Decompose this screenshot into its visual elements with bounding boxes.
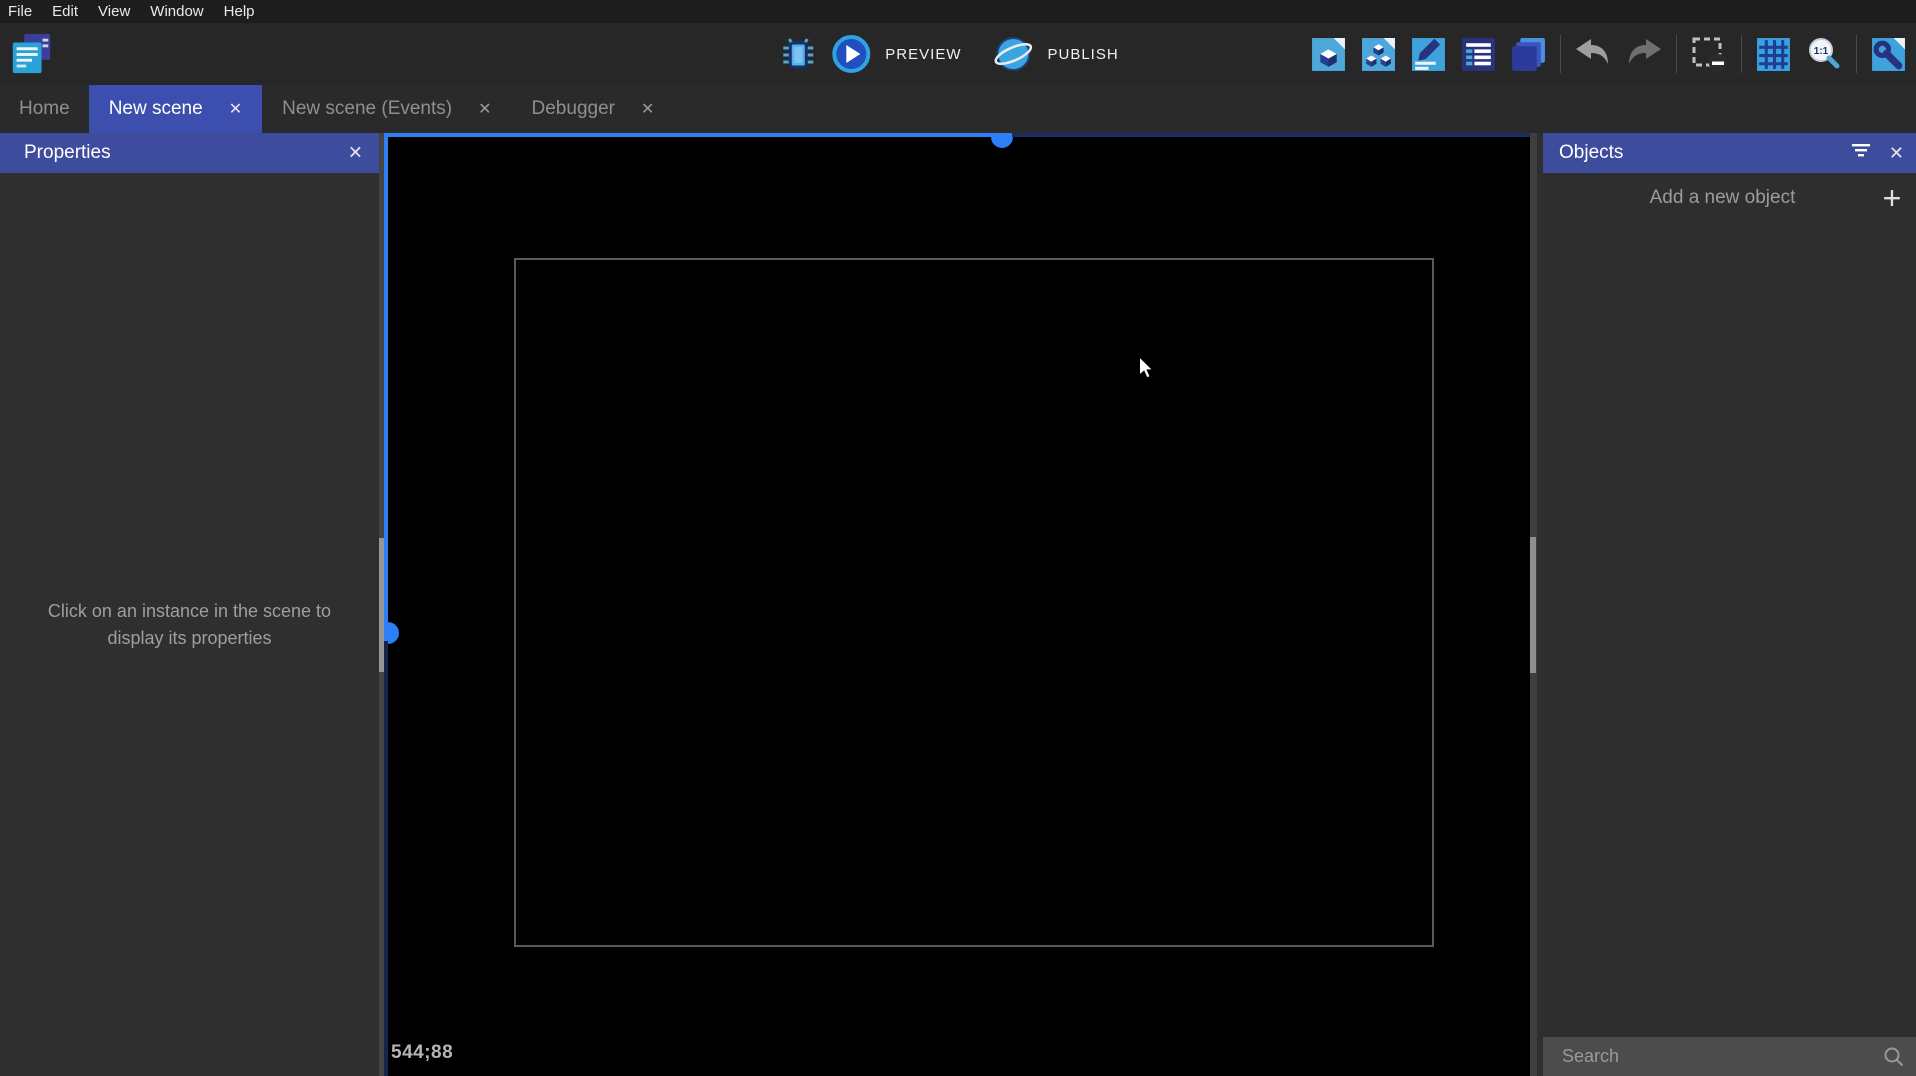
menu-edit[interactable]: Edit xyxy=(42,3,88,20)
game-window-frame xyxy=(514,258,1434,947)
objects-panel xyxy=(1543,133,1916,1076)
objects-editor-icon[interactable] xyxy=(1310,36,1347,73)
right-scrollbar-thumb[interactable] xyxy=(1530,537,1536,673)
deselect-icon[interactable] xyxy=(1690,35,1728,73)
properties-panel-header: Properties ✕ xyxy=(0,133,379,173)
menu-window[interactable]: Window xyxy=(140,3,213,20)
cursor-coordinates: 544;88 xyxy=(391,1042,453,1064)
menu-bar: File Edit View Window Help xyxy=(0,0,1916,23)
close-icon[interactable]: ✕ xyxy=(1889,143,1904,164)
toolbar-separator xyxy=(1560,35,1561,73)
tab-close-icon[interactable]: ✕ xyxy=(229,99,242,119)
selection-edge-left-faded xyxy=(384,641,388,1076)
menu-file[interactable]: File xyxy=(8,3,42,20)
plus-icon[interactable]: + xyxy=(1868,180,1916,217)
app-window: File Edit View Window Help xyxy=(0,0,1916,1076)
svg-text:1:1: 1:1 xyxy=(1814,46,1829,57)
left-divider-handle[interactable] xyxy=(379,538,384,672)
grid-icon[interactable] xyxy=(1755,36,1792,73)
tab-new-scene-events[interactable]: New scene (Events) ✕ xyxy=(262,85,511,133)
preview-play-icon[interactable] xyxy=(831,34,871,74)
editor-tab-bar: Home New scene ✕ New scene (Events) ✕ De… xyxy=(0,85,1916,133)
toolbar-right-group: 1:1 xyxy=(1310,23,1907,85)
toolbar-separator xyxy=(1676,35,1677,73)
publish-globe-icon[interactable] xyxy=(993,34,1033,74)
project-manager-icon[interactable] xyxy=(8,31,54,77)
debug-icon[interactable] xyxy=(779,35,817,73)
tab-home[interactable]: Home xyxy=(0,85,89,133)
tab-label: Debugger xyxy=(532,98,615,120)
mouse-cursor-icon xyxy=(1138,356,1156,385)
add-object-label: Add a new object xyxy=(1543,187,1868,209)
toolbar-separator xyxy=(1741,35,1742,73)
selection-edge-top-faded xyxy=(1012,133,1530,137)
selection-edge-top xyxy=(386,133,1012,137)
main-toolbar: PREVIEW PUBLISH xyxy=(0,23,1916,85)
menu-view[interactable]: View xyxy=(88,3,140,20)
properties-empty-message: Click on an instance in the scene to dis… xyxy=(40,598,340,650)
toolbar-center-group: PREVIEW PUBLISH xyxy=(779,23,1136,85)
redo-icon[interactable] xyxy=(1625,37,1663,71)
objects-panel-header: Objects ✕ xyxy=(1543,133,1916,173)
scene-properties-icon[interactable] xyxy=(1870,36,1907,73)
properties-editor-icon[interactable] xyxy=(1410,36,1447,73)
layers-editor-icon[interactable] xyxy=(1510,36,1547,73)
selection-edge-left xyxy=(384,133,388,641)
object-search-bar xyxy=(1543,1037,1916,1076)
object-search-input[interactable] xyxy=(1543,1046,1872,1067)
tab-new-scene[interactable]: New scene ✕ xyxy=(89,85,262,133)
tab-debugger[interactable]: Debugger ✕ xyxy=(512,85,675,133)
undo-icon[interactable] xyxy=(1574,37,1612,71)
search-icon[interactable] xyxy=(1872,1046,1916,1068)
tab-close-icon[interactable]: ✕ xyxy=(478,99,491,119)
publish-button[interactable]: PUBLISH xyxy=(1047,46,1118,63)
filter-icon[interactable] xyxy=(1851,142,1871,164)
tab-label: New scene xyxy=(109,98,203,120)
object-groups-icon[interactable] xyxy=(1360,36,1397,73)
properties-panel-body: Click on an instance in the scene to dis… xyxy=(0,173,379,1076)
toolbar-separator xyxy=(1856,35,1857,73)
preview-button[interactable]: PREVIEW xyxy=(885,46,961,63)
menu-help[interactable]: Help xyxy=(214,3,265,20)
zoom-reset-icon[interactable]: 1:1 xyxy=(1805,35,1843,73)
tab-label: New scene (Events) xyxy=(282,98,452,120)
properties-panel-title: Properties xyxy=(24,142,111,164)
close-icon[interactable]: ✕ xyxy=(348,143,363,164)
tab-close-icon[interactable]: ✕ xyxy=(641,99,654,119)
add-object-row[interactable]: Add a new object + xyxy=(1543,177,1916,219)
tab-label: Home xyxy=(19,98,70,120)
instances-list-icon[interactable] xyxy=(1460,36,1497,73)
objects-panel-title: Objects xyxy=(1559,142,1623,164)
